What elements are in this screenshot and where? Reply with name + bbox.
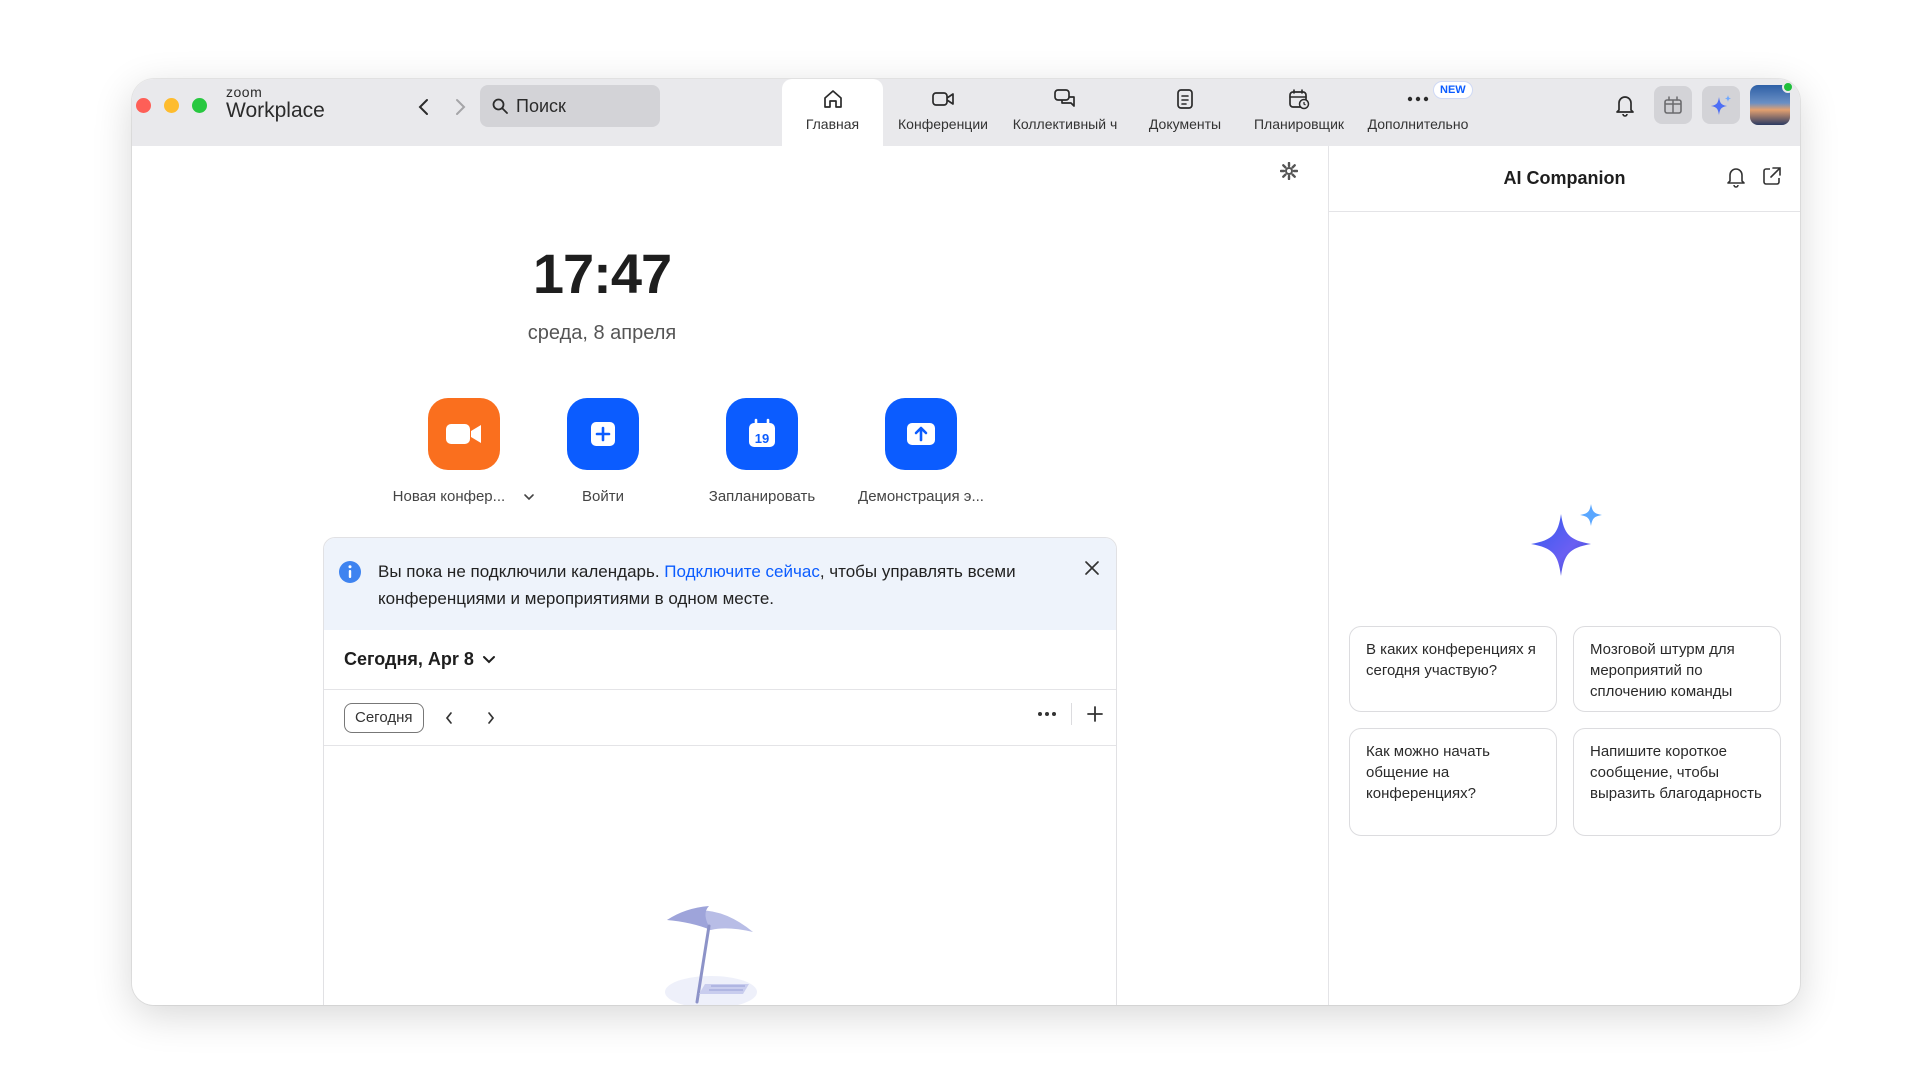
tab-home[interactable]: Главная: [782, 79, 883, 146]
current-date: среда, 8 апреля: [527, 322, 677, 344]
join-label: Войти: [582, 488, 624, 505]
ai-companion-header: AI Companion: [1329, 146, 1800, 212]
forward-button[interactable]: [446, 93, 474, 121]
ai-companion-button[interactable]: [1702, 86, 1740, 124]
calendar-day-number: 19: [755, 431, 769, 446]
more-dots-icon: [1407, 96, 1429, 102]
online-status-dot: [1782, 81, 1794, 93]
more-options-icon[interactable]: [1037, 711, 1057, 717]
prompt-card[interactable]: Мозговой штурм для мероприятий по сплоче…: [1573, 626, 1781, 712]
logo-zoom-text: zoom: [226, 84, 263, 100]
add-event-icon[interactable]: [1086, 705, 1104, 723]
share-screen-label: Демонстрация э...: [858, 488, 984, 505]
title-bar: zoom Workplace Поиск Главная Конференции: [132, 79, 1800, 146]
ai-companion-title: AI Companion: [1503, 168, 1626, 188]
home-panel: 17:47 среда, 8 апреля Новая конфер... Во…: [132, 146, 1327, 1005]
prompt-card[interactable]: В каких конференциях я сегодня участвую?: [1349, 626, 1557, 712]
document-icon: [1177, 89, 1193, 109]
gift-calendar-icon: [1664, 96, 1682, 114]
chevron-down-icon: [482, 655, 495, 663]
prompt-card[interactable]: Как можно начать общение на конференциях…: [1349, 728, 1557, 836]
quick-actions: Новая конфер... Войти 19 Запланировать Д…: [132, 398, 1072, 508]
tab-scheduler-label: Планировщик: [1253, 116, 1345, 132]
ai-sparkle-icon: [1711, 95, 1731, 115]
chevron-left-icon: [445, 711, 452, 724]
banner-text: Вы пока не подключили календарь. Подключ…: [378, 562, 1016, 608]
calendar-toolbar-right: [1037, 703, 1104, 725]
schedule-label: Запланировать: [708, 488, 816, 505]
share-screen-icon: [907, 423, 935, 445]
chevron-left-icon: [418, 99, 428, 115]
ai-companion-panel: AI Companion В каких конференциях я сего…: [1328, 146, 1800, 1005]
bell-icon[interactable]: [1726, 166, 1746, 188]
chat-bubbles-icon: [1054, 89, 1075, 107]
back-button[interactable]: [410, 93, 438, 121]
calendar-icon: 19: [749, 418, 775, 447]
chevron-right-icon: [487, 711, 494, 724]
new-meeting-button[interactable]: [428, 398, 500, 470]
tab-team-chat-label: Коллективный ч: [1012, 116, 1118, 132]
share-screen-button[interactable]: [885, 398, 957, 470]
tab-docs-label: Документы: [1148, 116, 1222, 132]
previous-day-button[interactable]: [432, 703, 466, 733]
titlebar-right-icons: [1606, 81, 1794, 125]
current-time: 17:47: [532, 242, 672, 305]
minimize-window-button[interactable]: [164, 98, 179, 113]
app-window: zoom Workplace Поиск Главная Конференции: [132, 79, 1800, 1005]
search-placeholder: Поиск: [516, 95, 566, 116]
info-icon: [339, 561, 361, 583]
toolbar-divider: [1071, 703, 1072, 725]
home-icon: [823, 90, 842, 108]
tab-team-chat[interactable]: Коллективный ч: [1003, 79, 1127, 146]
tab-meetings-label: Конференции: [898, 116, 988, 132]
close-window-button[interactable]: [136, 98, 151, 113]
new-badge: NEW: [1433, 81, 1473, 99]
suggested-prompts: В каких конференциях я сегодня участвую?…: [1349, 626, 1781, 836]
plus-icon: [591, 422, 615, 446]
logo-workplace-text: Workplace: [226, 99, 325, 122]
bell-icon: [1616, 96, 1634, 117]
tab-more-label: Дополнительно: [1367, 116, 1469, 132]
calendar-toolbar: Сегодня: [324, 690, 1116, 746]
video-camera-icon: [932, 92, 954, 106]
next-day-button[interactable]: [474, 703, 508, 733]
top-nav-tabs: Главная Конференции Коллективный ч Докум…: [782, 79, 1481, 146]
calendar-card: Вы пока не подключили календарь. Подключ…: [323, 537, 1117, 1005]
new-meeting-label: Новая конфер...: [393, 488, 536, 505]
search-icon: [492, 98, 508, 114]
whats-new-button[interactable]: [1654, 86, 1692, 124]
calendar-heading: Сегодня, Apr 8: [344, 649, 474, 669]
maximize-window-button[interactable]: [192, 98, 207, 113]
empty-state-beach-umbrella-illustration: [665, 906, 757, 1005]
tab-home-label: Главная: [805, 116, 860, 132]
prompt-card[interactable]: Напишите короткое сообщение, чтобы выраз…: [1573, 728, 1781, 836]
join-button[interactable]: [567, 398, 639, 470]
schedule-action[interactable]: 19 Запланировать: [677, 398, 847, 505]
ai-companion-sparkle-icon: [1531, 504, 1602, 576]
video-camera-icon: [446, 424, 481, 444]
calendar-connect-banner: Вы пока не подключили календарь. Подключ…: [324, 538, 1116, 630]
banner-close-button[interactable]: [1084, 560, 1100, 581]
tab-scheduler[interactable]: Планировщик: [1243, 79, 1355, 146]
schedule-button[interactable]: 19: [726, 398, 798, 470]
ai-companion-header-icons: [1726, 166, 1782, 188]
settings-button[interactable]: [1279, 161, 1299, 185]
share-screen-action[interactable]: Демонстрация э...: [836, 398, 1006, 505]
user-avatar[interactable]: [1750, 81, 1794, 125]
calendar-clock-icon: [1289, 89, 1310, 110]
calendar-date-selector[interactable]: Сегодня, Apr 8: [324, 630, 1116, 690]
tab-meetings[interactable]: Конференции: [883, 79, 1003, 146]
notifications-button[interactable]: [1606, 86, 1644, 124]
tab-more[interactable]: Дополнительно NEW: [1355, 79, 1481, 146]
search-input[interactable]: Поиск: [480, 85, 660, 127]
app-logo: zoom Workplace: [226, 85, 325, 121]
pop-out-icon[interactable]: [1762, 166, 1782, 186]
join-action[interactable]: Войти: [518, 398, 688, 505]
tab-docs[interactable]: Документы: [1127, 79, 1243, 146]
chevron-right-icon: [456, 99, 466, 115]
gear-icon: [1279, 161, 1299, 181]
today-button[interactable]: Сегодня: [344, 702, 424, 733]
close-icon: [1085, 561, 1099, 575]
connect-now-link[interactable]: Подключите сейчас: [664, 562, 820, 581]
